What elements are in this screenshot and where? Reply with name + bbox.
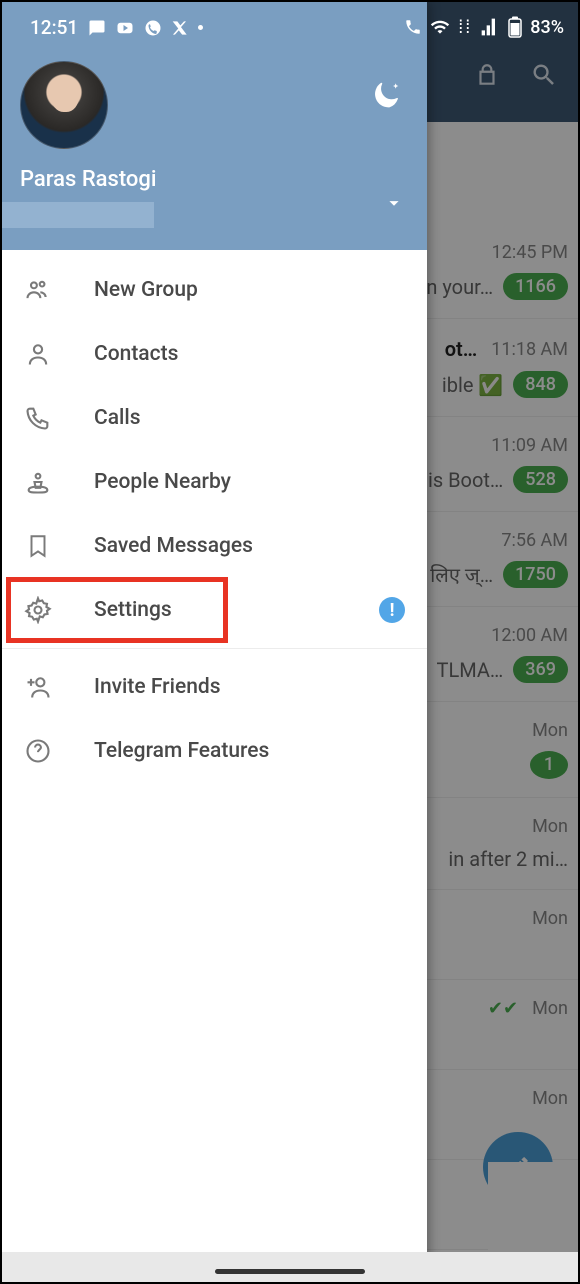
menu-label: New Group [94, 278, 198, 302]
menu-label: People Nearby [94, 470, 231, 494]
menu-contacts[interactable]: Contacts [2, 322, 427, 386]
menu-saved-messages[interactable]: Saved Messages [2, 514, 427, 578]
whatsapp-status-icon [144, 19, 162, 37]
phone-status-icon [404, 18, 422, 36]
menu-telegram-features[interactable]: Telegram Features [2, 719, 427, 783]
menu-divider [2, 648, 427, 649]
invite-icon [24, 673, 52, 701]
signal-dots-icon: ⁞⁞ [458, 17, 472, 38]
drawer-header: 12:51 Paras Rastogi [2, 2, 427, 250]
gear-icon [24, 596, 52, 624]
battery-icon [508, 16, 522, 38]
group-icon [24, 276, 52, 304]
user-avatar[interactable] [20, 61, 108, 149]
menu-label: Settings [94, 598, 172, 622]
menu-settings[interactable]: Settings ! [2, 578, 427, 642]
settings-alert-badge: ! [379, 597, 405, 623]
contact-icon [24, 340, 52, 368]
menu-people-nearby[interactable]: People Nearby [2, 450, 427, 514]
navigation-drawer: 12:51 Paras Rastogi New Group Contacts [2, 2, 427, 1282]
menu-label: Invite Friends [94, 675, 221, 699]
user-name: Paras Rastogi [20, 167, 409, 192]
night-mode-toggle[interactable] [369, 74, 409, 114]
menu-new-group[interactable]: New Group [2, 258, 427, 322]
x-status-icon [172, 20, 188, 36]
home-indicator [215, 1269, 365, 1274]
bookmark-icon [24, 532, 52, 560]
battery-percentage: 83% [530, 17, 564, 38]
menu-calls[interactable]: Calls [2, 386, 427, 450]
status-more-dot [198, 25, 203, 30]
nearby-icon [24, 468, 52, 496]
menu-label: Telegram Features [94, 739, 269, 763]
drawer-menu: New Group Contacts Calls People Nearby S… [2, 250, 427, 1282]
help-icon [24, 737, 52, 765]
system-bottom-bar [2, 1252, 578, 1282]
status-time: 12:51 [30, 16, 78, 39]
youtube-status-icon [116, 19, 134, 37]
menu-label: Calls [94, 406, 141, 430]
menu-label: Saved Messages [94, 534, 253, 558]
wifi-status-icon [430, 17, 450, 37]
user-phone-redacted [2, 202, 154, 228]
phone-icon [24, 404, 52, 432]
status-bar-left: 12:51 [20, 12, 409, 43]
menu-label: Contacts [94, 342, 178, 366]
menu-invite-friends[interactable]: Invite Friends [2, 655, 427, 719]
signal-bars-icon [480, 17, 500, 37]
account-toggle[interactable] [383, 192, 405, 218]
chat-status-icon [88, 19, 106, 37]
status-bar-right: ⁞⁞ 83% [404, 16, 564, 38]
